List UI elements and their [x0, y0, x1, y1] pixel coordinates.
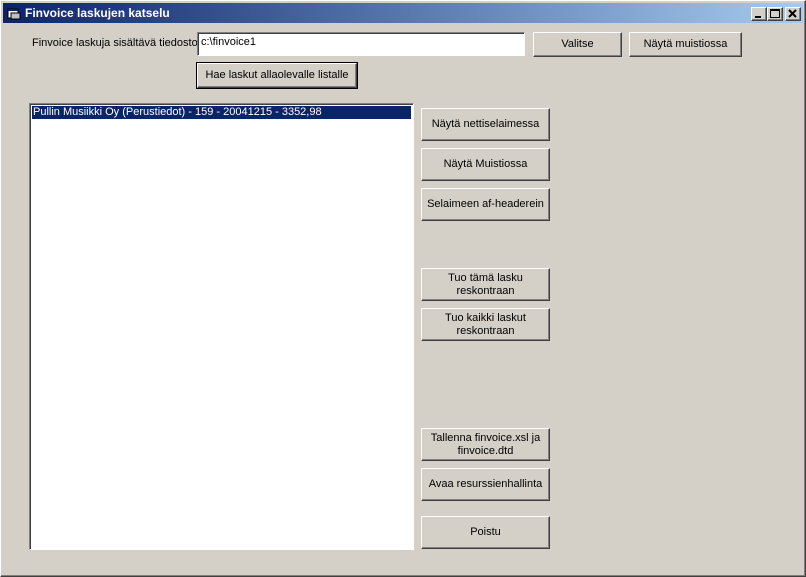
import-this-invoice-button[interactable]: Tuo tämä lasku reskontraan [421, 268, 550, 301]
import-all-invoices-button[interactable]: Tuo kaikki laskut reskontraan [421, 308, 550, 341]
list-item[interactable]: Pullin Musiikki Oy (Perustiedot) - 159 -… [32, 106, 411, 119]
minimize-icon [755, 16, 761, 18]
browser-af-headers-label: Selaimeen af-headerein [427, 198, 544, 210]
close-icon [788, 9, 797, 18]
save-xsl-dtd-line1: Tallenna finvoice.xsl ja [430, 431, 541, 444]
maximize-button[interactable] [767, 7, 783, 21]
import-this-line2: reskontraan [456, 284, 515, 297]
open-explorer-label: Avaa resurssienhallinta [428, 478, 543, 490]
fetch-invoices-label: Hae laskut allaolevalle listalle [205, 69, 349, 81]
exit-label: Poistu [470, 526, 501, 538]
close-button[interactable] [785, 7, 801, 21]
file-path-input[interactable]: c:\finvoice1 [197, 32, 525, 56]
window-title: Finvoice laskujen katselu [25, 6, 170, 20]
title-bar[interactable]: Finvoice laskujen katselu [3, 3, 803, 23]
main-window: Finvoice laskujen katselu Finvoice lasku… [0, 0, 806, 577]
file-label: Finvoice laskuja sisältävä tiedosto [32, 37, 198, 49]
show-in-browser-button[interactable]: Näytä nettiselaimessa [421, 108, 550, 141]
fetch-invoices-button[interactable]: Hae laskut allaolevalle listalle [196, 62, 358, 89]
show-in-notepad-top-label: Näytä muistiossa [643, 38, 728, 50]
save-xsl-dtd-button[interactable]: Tallenna finvoice.xsl ja finvoice.dtd [421, 428, 550, 461]
import-this-line1: Tuo tämä lasku [448, 271, 523, 284]
show-in-notepad-top-button[interactable]: Näytä muistiossa [629, 32, 742, 57]
show-in-notepad-button[interactable]: Näytä Muistiossa [421, 148, 550, 181]
exit-button[interactable]: Poistu [421, 516, 550, 549]
show-in-browser-label: Näytä nettiselaimessa [431, 118, 540, 130]
invoice-listbox[interactable]: Pullin Musiikki Oy (Perustiedot) - 159 -… [29, 103, 414, 550]
choose-file-label: Valitse [561, 38, 594, 50]
import-all-line2: reskontraan [456, 324, 515, 337]
import-all-line1: Tuo kaikki laskut [445, 311, 526, 324]
choose-file-button[interactable]: Valitse [533, 32, 622, 57]
minimize-button[interactable] [751, 7, 767, 21]
open-explorer-button[interactable]: Avaa resurssienhallinta [421, 468, 550, 501]
browser-af-headers-button[interactable]: Selaimeen af-headerein [421, 188, 550, 221]
show-in-notepad-label: Näytä Muistiossa [443, 158, 528, 170]
maximize-icon [770, 9, 780, 18]
save-xsl-dtd-line2: finvoice.dtd [457, 444, 514, 457]
app-icon[interactable] [7, 6, 21, 20]
